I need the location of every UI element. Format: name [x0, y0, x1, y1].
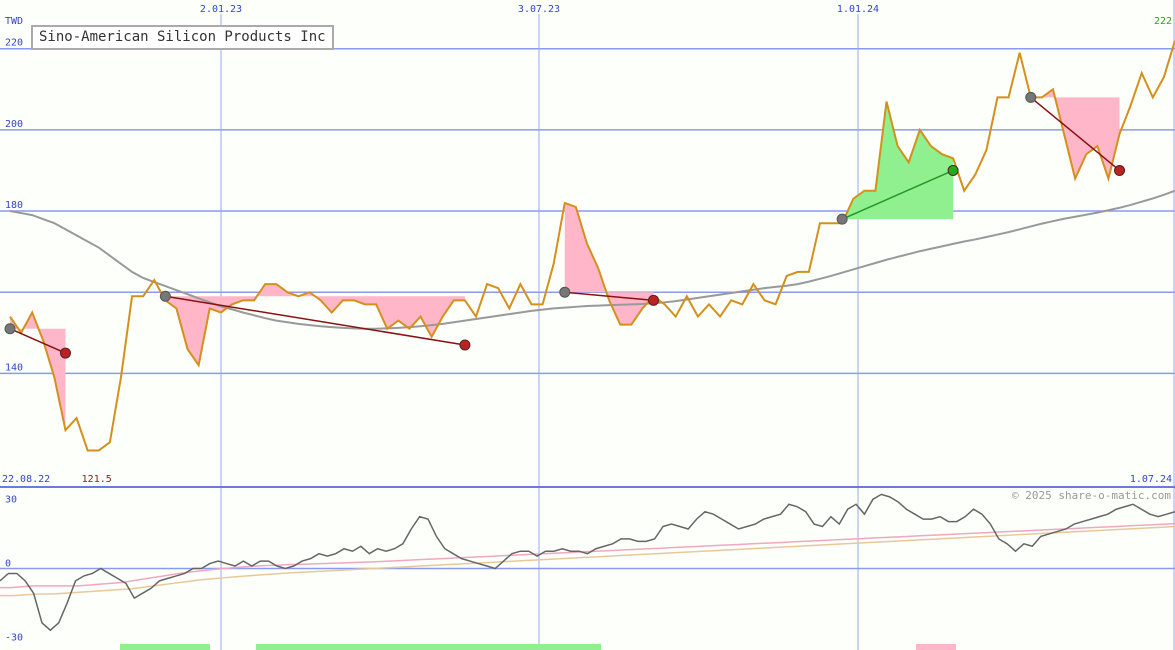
- osc-histogram-bar: [436, 644, 601, 650]
- y-tick-label: 140: [5, 362, 23, 373]
- copyright-notice: © 2025 share-o-matic.com: [1012, 489, 1171, 502]
- osc-histogram-bar: [120, 644, 210, 650]
- x-end-date-label: 1.07.24: [1130, 474, 1172, 485]
- stock-chart: 140 180 200 220 2.01.23 3.07.23 1.01.24 TWD 222 2…: [0, 0, 1175, 650]
- y-tick-label: 180: [5, 200, 23, 211]
- osc-histogram-bar: [916, 644, 956, 650]
- osc-tick-label: -30: [5, 633, 23, 644]
- osc-tick-label: 30: [5, 494, 17, 505]
- osc-histogram-bar: [256, 644, 436, 650]
- trade-exit-marker: [648, 294, 660, 306]
- x-tick-label: 1.01.24: [837, 4, 879, 15]
- currency-label: TWD: [5, 16, 23, 27]
- trade-entry-marker: [159, 290, 171, 302]
- trade-exit-marker: [1114, 164, 1126, 176]
- trade-entry-marker: [559, 286, 571, 298]
- last-value-label: 222: [1154, 16, 1172, 27]
- x-tick-label: 2.01.23: [200, 4, 242, 15]
- x-start-date-label: 22.08.22: [2, 474, 50, 485]
- trade-entry-marker: [4, 323, 16, 335]
- y-tick-label: 220: [5, 38, 23, 49]
- y-tick-label: 200: [5, 119, 23, 130]
- trade-exit-marker: [459, 339, 471, 351]
- osc-tick-label: 0: [5, 559, 11, 570]
- x-tick-label: 3.07.23: [518, 4, 560, 15]
- chart-title: Sino-American Silicon Products Inc: [31, 25, 334, 50]
- trade-exit-marker: [59, 347, 71, 359]
- trade-exit-marker: [947, 164, 959, 176]
- min-price-label: 121.5: [82, 474, 112, 485]
- trade-entry-marker: [1025, 91, 1037, 103]
- trade-entry-marker: [836, 213, 848, 225]
